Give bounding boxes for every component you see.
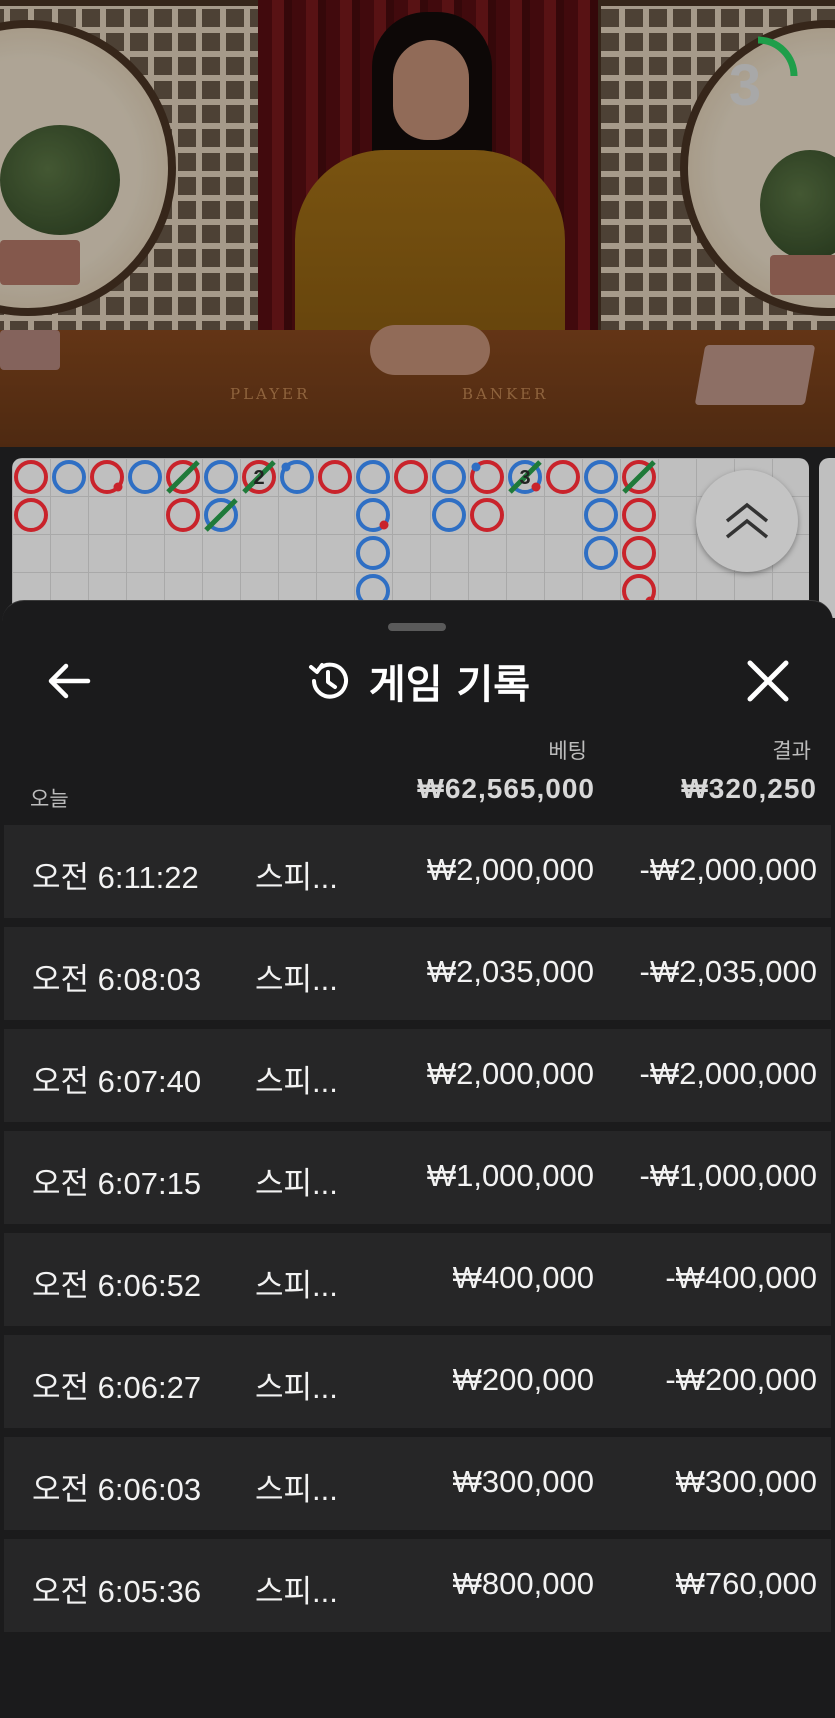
column-header-result: 결과: [772, 739, 811, 763]
sheet-drag-handle[interactable]: [388, 623, 446, 631]
player-pair-dot: [379, 520, 389, 530]
tie-count-label: 2: [253, 467, 264, 489]
round-time: 오전 6:06:52: [32, 1268, 202, 1303]
bead-banker: [14, 498, 48, 532]
bead-banker: [166, 498, 200, 532]
today-bet-total: ₩62,565,000: [417, 773, 595, 804]
bead-player: [204, 498, 238, 532]
game-name: 스피...: [255, 1574, 338, 1609]
game-name: 스피...: [255, 962, 338, 997]
expand-roadmap-button[interactable]: [696, 470, 798, 572]
bet-amount: ₩2,000,000: [426, 852, 594, 887]
countdown-timer: 3: [728, 53, 762, 118]
game-name: 스피...: [255, 1268, 338, 1303]
bead-player: [280, 460, 314, 494]
player-pair-dot: [531, 482, 541, 492]
bead-road-marks: 23: [14, 460, 656, 608]
bead-player: [584, 498, 618, 532]
bet-amount: ₩800,000: [452, 1566, 594, 1601]
banker-pair-dot: [471, 462, 481, 472]
date-group-label: 오늘: [30, 787, 69, 811]
bead-banker: [14, 460, 48, 494]
result-amount: -₩2,000,000: [639, 1056, 818, 1091]
history-row[interactable]: 오전 6:07:40 스피... ₩2,000,000 -₩2,000,000: [4, 1029, 831, 1122]
sheet-header: 게임 기록: [2, 653, 833, 709]
bead-banker: [622, 498, 656, 532]
history-row[interactable]: 오전 6:05:36 스피... ₩800,000 ₩760,000: [4, 1539, 831, 1632]
result-amount: ₩300,000: [675, 1464, 817, 1499]
live-video-stream: PLAYER BANKER 3: [0, 0, 835, 447]
game-name: 스피...: [255, 1064, 338, 1099]
game-name: 스피...: [255, 860, 338, 895]
history-row[interactable]: 오전 6:11:22 스피... ₩2,000,000 -₩2,000,000: [4, 825, 831, 918]
history-list: 오전 6:11:22 스피... ₩2,000,000 -₩2,000,000 …: [4, 825, 831, 1641]
bead-banker: [166, 460, 200, 494]
bead-banker: 2: [242, 460, 276, 494]
bet-amount: ₩400,000: [452, 1260, 594, 1295]
history-clock-icon: [308, 662, 348, 699]
history-row[interactable]: 오전 6:06:03 스피... ₩300,000 ₩300,000: [4, 1437, 831, 1530]
close-icon[interactable]: [742, 655, 794, 707]
bet-amount: ₩1,000,000: [426, 1158, 594, 1193]
bead-player: [204, 460, 238, 494]
round-time: 오전 6:11:22: [32, 860, 199, 895]
game-name: 스피...: [255, 1166, 338, 1201]
page-title: 게임 기록: [368, 662, 531, 708]
bead-player: [584, 460, 618, 494]
bet-amount: ₩2,000,000: [426, 1056, 594, 1091]
bead-player: [356, 498, 390, 532]
bet-amount: ₩2,035,000: [426, 954, 594, 989]
round-time: 오전 6:06:27: [32, 1370, 202, 1405]
bead-player: [128, 460, 162, 494]
bead-player: [356, 460, 390, 494]
result-amount: ₩760,000: [675, 1566, 817, 1601]
round-time: 오전 6:07:15: [32, 1166, 202, 1201]
secondary-roadmap-edge: [819, 458, 835, 618]
bead-player: [356, 536, 390, 570]
bead-banker: [622, 536, 656, 570]
bead-player: [432, 460, 466, 494]
column-header-bet: 베팅: [548, 739, 587, 763]
bead-player: 3: [508, 460, 542, 494]
bet-amount: ₩300,000: [452, 1464, 594, 1499]
tie-count-label: 3: [519, 467, 530, 489]
round-time: 오전 6:07:40: [32, 1064, 202, 1099]
result-amount: -₩1,000,000: [639, 1158, 818, 1193]
banker-pair-dot: [281, 462, 291, 472]
history-row[interactable]: 오전 6:06:27 스피... ₩200,000 -₩200,000: [4, 1335, 831, 1428]
history-row[interactable]: 오전 6:08:03 스피... ₩2,035,000 -₩2,035,000: [4, 927, 831, 1020]
bead-player: [432, 498, 466, 532]
today-result-total: ₩320,250: [681, 773, 817, 804]
round-time: 오전 6:05:36: [32, 1574, 202, 1609]
bead-banker: [470, 498, 504, 532]
history-row[interactable]: 오전 6:06:52 스피... ₩400,000 -₩400,000: [4, 1233, 831, 1326]
bet-amount: ₩200,000: [452, 1362, 594, 1397]
history-row[interactable]: 오전 6:07:15 스피... ₩1,000,000 -₩1,000,000: [4, 1131, 831, 1224]
game-name: 스피...: [255, 1370, 338, 1405]
bead-banker: [622, 460, 656, 494]
bead-banker: [90, 460, 124, 494]
bead-banker: [546, 460, 580, 494]
result-amount: -₩2,000,000: [639, 852, 818, 887]
result-amount: -₩2,035,000: [639, 954, 818, 989]
bead-player: [52, 460, 86, 494]
result-amount: -₩200,000: [665, 1362, 817, 1397]
result-amount: -₩400,000: [665, 1260, 817, 1295]
bead-banker: [318, 460, 352, 494]
game-name: 스피...: [255, 1472, 338, 1507]
bead-banker: [394, 460, 428, 494]
game-history-sheet: 게임 기록 베팅 결과 오늘 ₩62,565,000 ₩320,250 오전 6…: [2, 600, 833, 1718]
bead-banker: [470, 460, 504, 494]
double-chevron-up-icon: [725, 502, 769, 539]
player-pair-dot: [113, 482, 123, 492]
round-time: 오전 6:06:03: [32, 1472, 202, 1507]
bead-player: [584, 536, 618, 570]
round-time: 오전 6:08:03: [32, 962, 202, 997]
